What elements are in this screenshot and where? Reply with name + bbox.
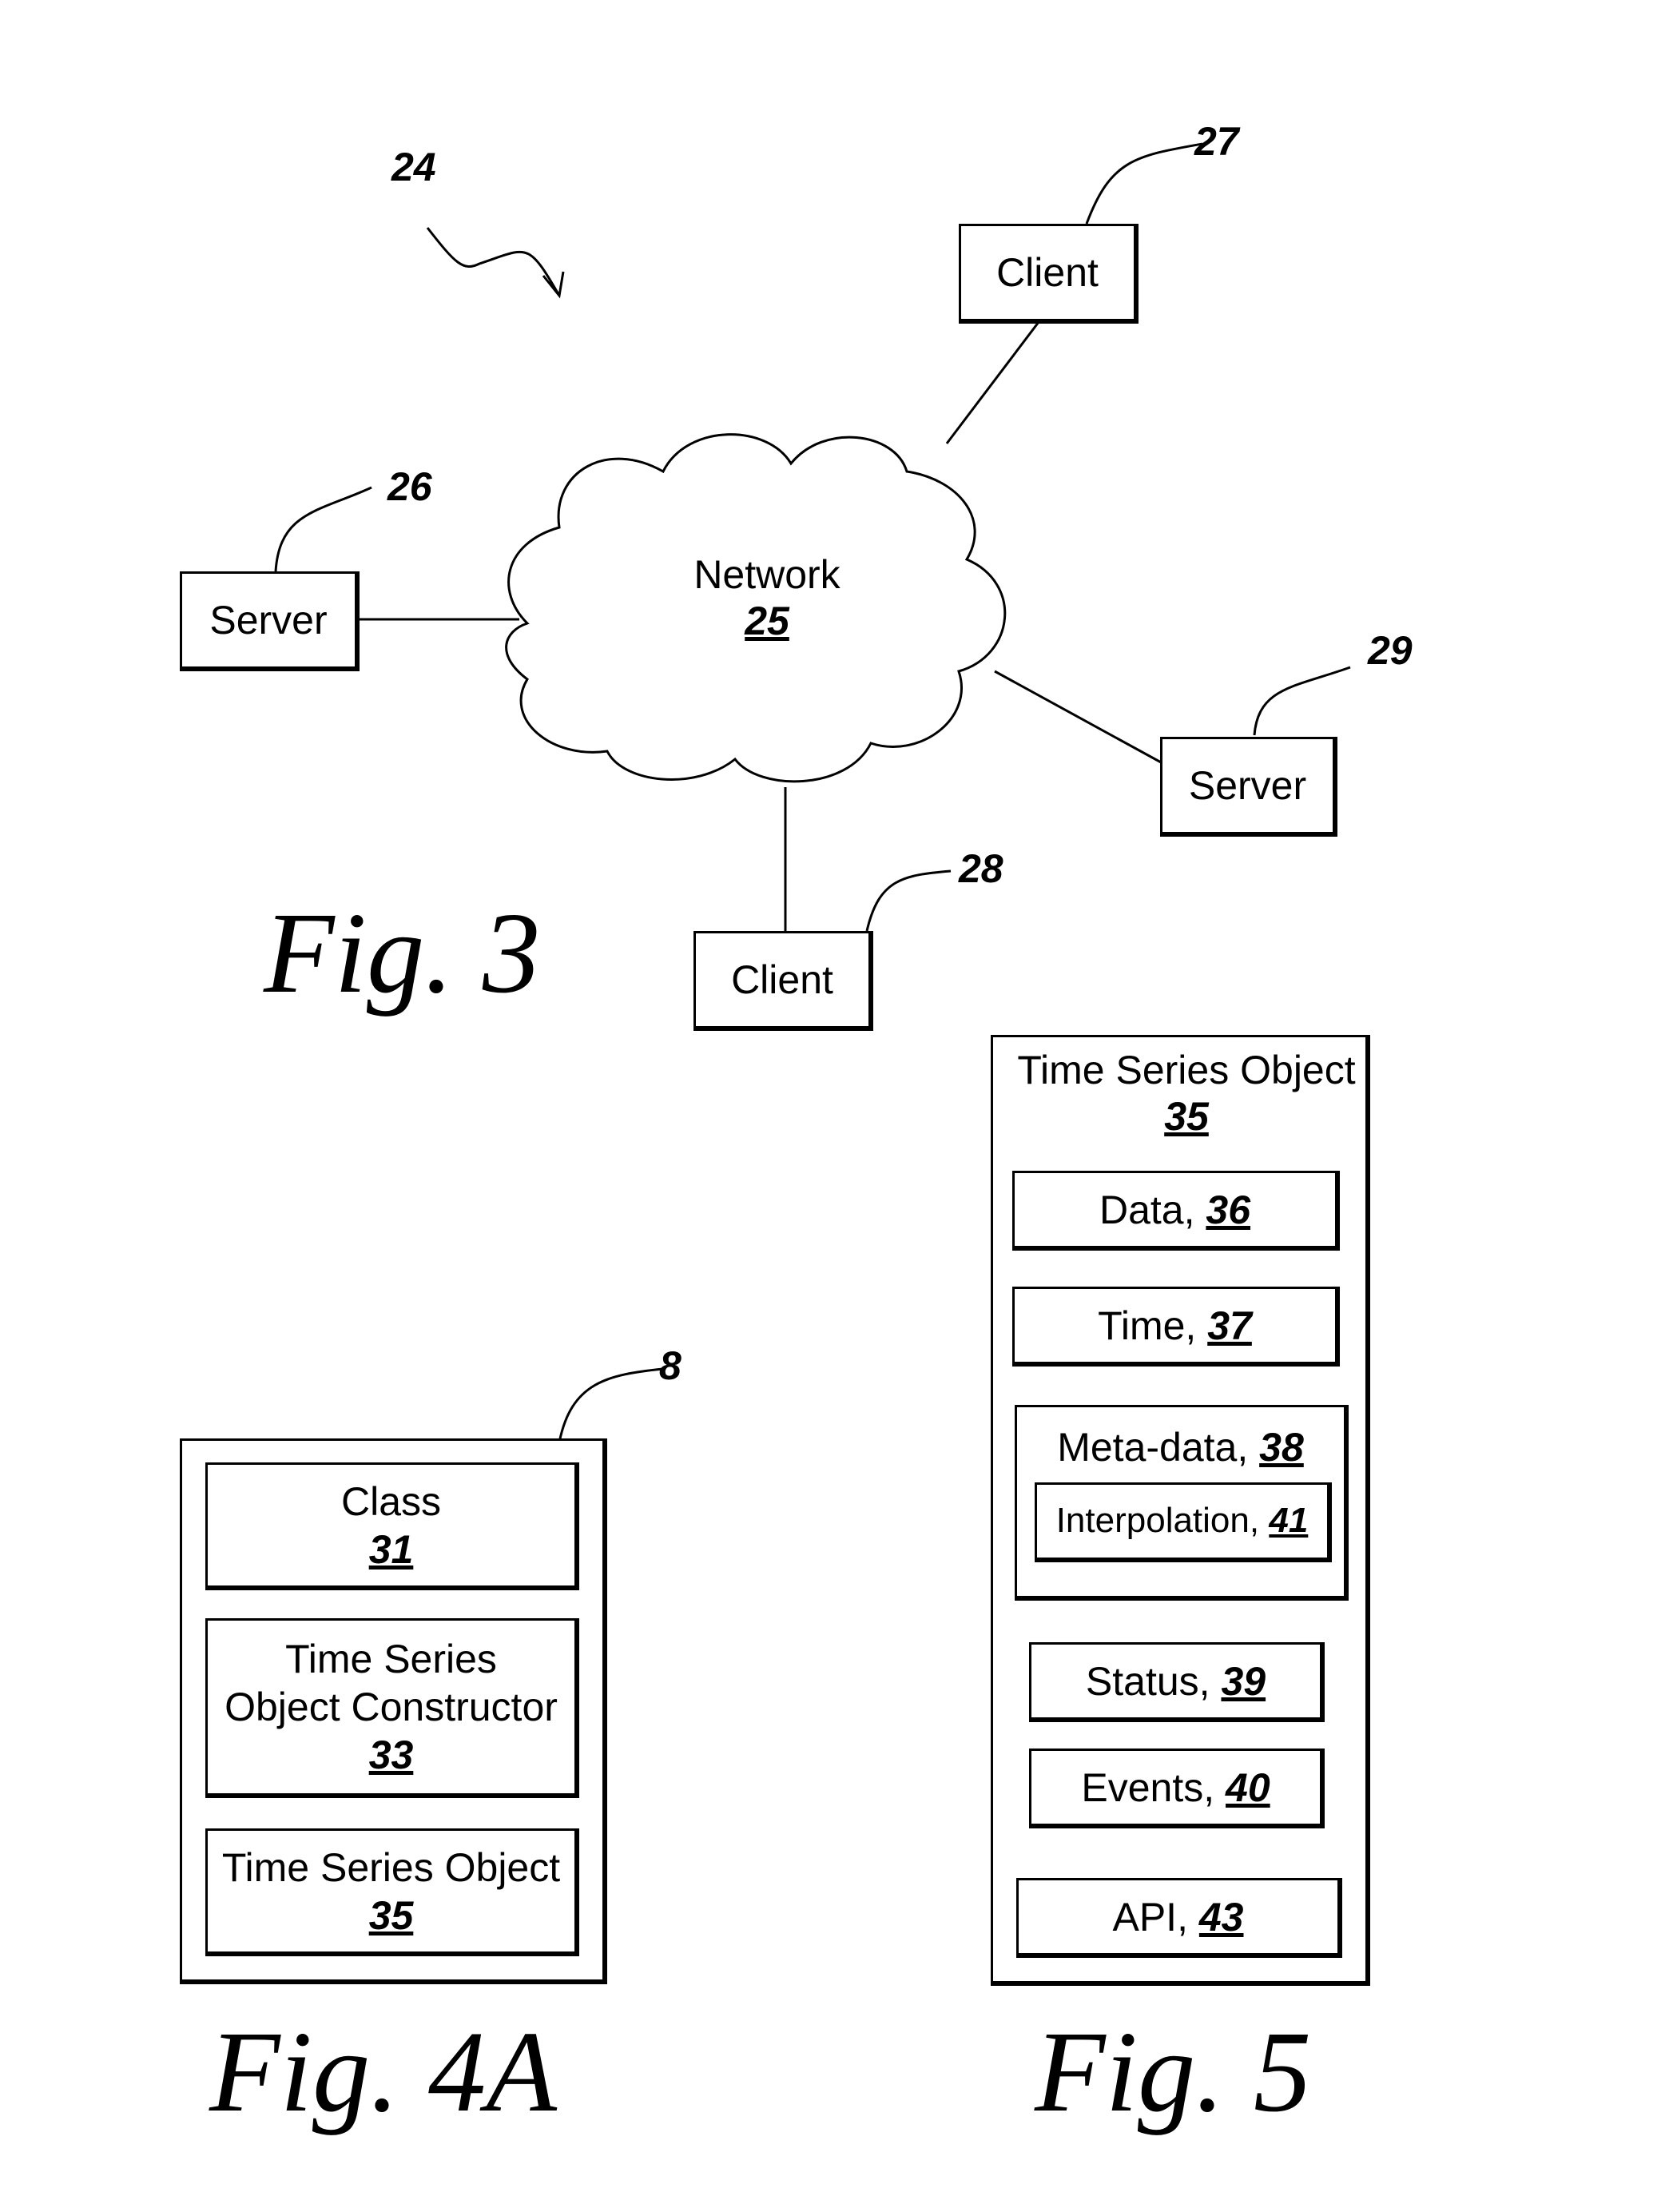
- network-label: Network: [693, 552, 840, 597]
- leader-28: [865, 869, 952, 932]
- ref-24: 24: [391, 145, 436, 189]
- client-28-box: Client: [693, 931, 873, 1031]
- fig4a-caption: Fig. 4A: [209, 2008, 557, 2136]
- fig5-title-ref: 35: [1164, 1094, 1209, 1139]
- class-label: Class: [340, 1478, 442, 1524]
- constructor-33-box: Time Series Object Constructor 33: [205, 1618, 579, 1798]
- api-43-box: API, 43: [1016, 1878, 1342, 1958]
- network-ref: 25: [745, 599, 789, 643]
- link-client-27: [945, 321, 1040, 444]
- client-27-box: Client: [959, 224, 1139, 324]
- network-cloud: Network 25: [663, 551, 871, 644]
- constructor-label: Time Series Object Constructor: [225, 1637, 558, 1729]
- fig5-caption: Fig. 5: [1035, 2008, 1312, 2136]
- leader-27: [1085, 142, 1203, 225]
- fig5-title-label: Time Series Object: [1017, 1048, 1356, 1092]
- class-ref: 31: [368, 1526, 414, 1572]
- data-36-box: Data, 36: [1012, 1171, 1340, 1251]
- ref-26: 26: [387, 464, 432, 509]
- ref-28: 28: [959, 846, 1003, 891]
- ref-29: 29: [1368, 628, 1413, 673]
- ref-27: 27: [1194, 119, 1239, 164]
- leader-29: [1253, 666, 1351, 736]
- interpolation-41-box: Interpolation, 41: [1035, 1482, 1332, 1562]
- leader-8: [558, 1367, 664, 1443]
- ref-8: 8: [659, 1343, 682, 1388]
- link-server-29: [994, 670, 1163, 765]
- tso-label: Time Series Object: [221, 1844, 561, 1890]
- fig5-title: Time Series Object 35: [1007, 1047, 1366, 1140]
- constructor-ref: 33: [368, 1733, 414, 1777]
- time-37-box: Time, 37: [1012, 1287, 1340, 1367]
- server-26-box: Server: [180, 571, 360, 671]
- tso-ref: 35: [368, 1892, 414, 1938]
- events-40-box: Events, 40: [1029, 1749, 1325, 1828]
- server-29-box: Server: [1160, 737, 1337, 837]
- tso-35-box: Time Series Object 35: [205, 1828, 579, 1956]
- system-arrow: [426, 227, 565, 299]
- leader-26: [274, 486, 372, 572]
- status-39-box: Status, 39: [1029, 1642, 1325, 1722]
- class-31-box: Class 31: [205, 1462, 579, 1590]
- fig3-caption: Fig. 3: [264, 889, 541, 1017]
